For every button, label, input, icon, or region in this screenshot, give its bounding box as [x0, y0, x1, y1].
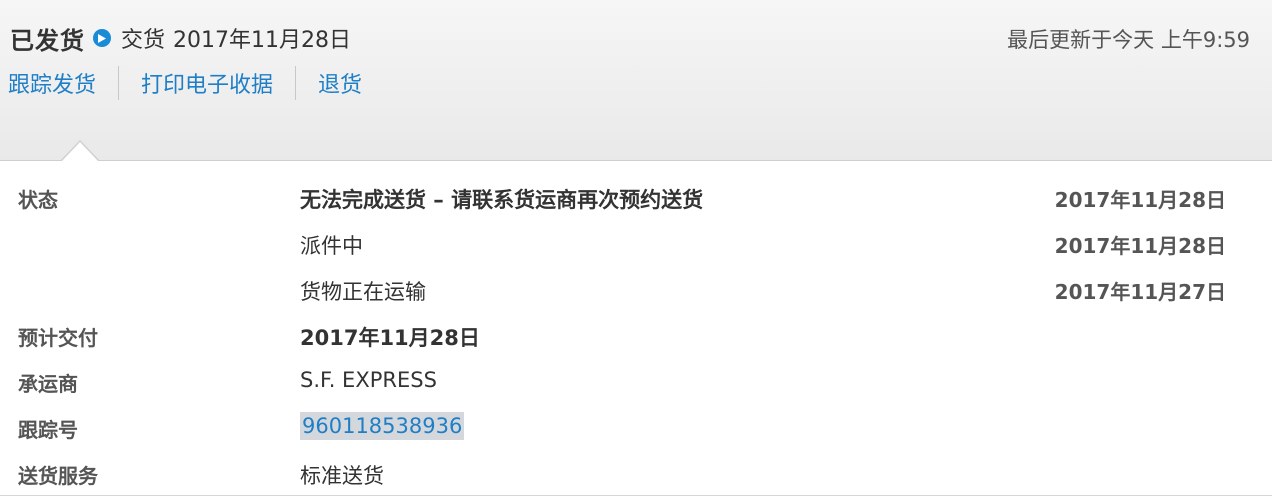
delivery-date: 2017年11月28日 — [173, 28, 351, 53]
tab-pointer-fill — [61, 142, 99, 162]
tracking-number-link[interactable]: 960118538936 — [300, 412, 465, 440]
link-divider — [118, 66, 120, 100]
tracking-label: 跟踪号 — [18, 418, 78, 442]
eta-row: 预计交付 2017年11月28日 — [0, 312, 1272, 358]
tracking-row: 跟踪号 960118538936 — [0, 404, 1272, 450]
carrier-row: 承运商 S.F. EXPRESS — [0, 358, 1272, 404]
return-link[interactable]: 退货 — [318, 67, 362, 99]
event-row: 货物正在运输 2017年11月27日 — [0, 266, 1272, 312]
event-row: 派件中 2017年11月28日 — [0, 220, 1272, 266]
shipment-details: 状态 无法完成送货 – 请联系货运商再次预约送货 2017年11月28日 派件中… — [0, 162, 1272, 496]
status-title: 已发货 — [10, 26, 85, 55]
status-label: 状态 — [18, 188, 58, 212]
status-line: 已发货 交货 2017年11月28日 — [10, 22, 351, 55]
print-receipt-link[interactable]: 打印电子收据 — [141, 67, 273, 99]
play-icon — [93, 29, 111, 47]
eta-label: 预计交付 — [18, 326, 98, 350]
carrier-value: S.F. EXPRESS — [300, 368, 437, 392]
shipment-header: 已发货 交货 2017年11月28日 最后更新于今天 上午9:59 跟踪发货 打… — [0, 0, 1272, 161]
delivery-label: 交货 — [121, 28, 166, 53]
event-date: 2017年11月28日 — [1054, 188, 1226, 212]
service-value: 标准送货 — [300, 464, 384, 488]
status-row: 状态 无法完成送货 – 请联系货运商再次预约送货 2017年11月28日 — [0, 174, 1272, 220]
service-label: 送货服务 — [18, 464, 98, 488]
service-row: 送货服务 标准送货 — [0, 450, 1272, 496]
event-date: 2017年11月28日 — [1054, 234, 1226, 258]
event-date: 2017年11月27日 — [1054, 280, 1226, 304]
link-divider — [295, 66, 297, 100]
track-shipment-link[interactable]: 跟踪发货 — [8, 67, 96, 99]
event-text: 货物正在运输 — [300, 280, 426, 304]
action-links: 跟踪发货 打印电子收据 退货 — [8, 66, 362, 100]
last-updated: 最后更新于今天 上午9:59 — [1007, 28, 1250, 52]
carrier-label: 承运商 — [18, 372, 78, 396]
event-text: 派件中 — [300, 234, 363, 258]
eta-value: 2017年11月28日 — [300, 326, 480, 350]
event-text: 无法完成送货 – 请联系货运商再次预约送货 — [300, 188, 704, 212]
